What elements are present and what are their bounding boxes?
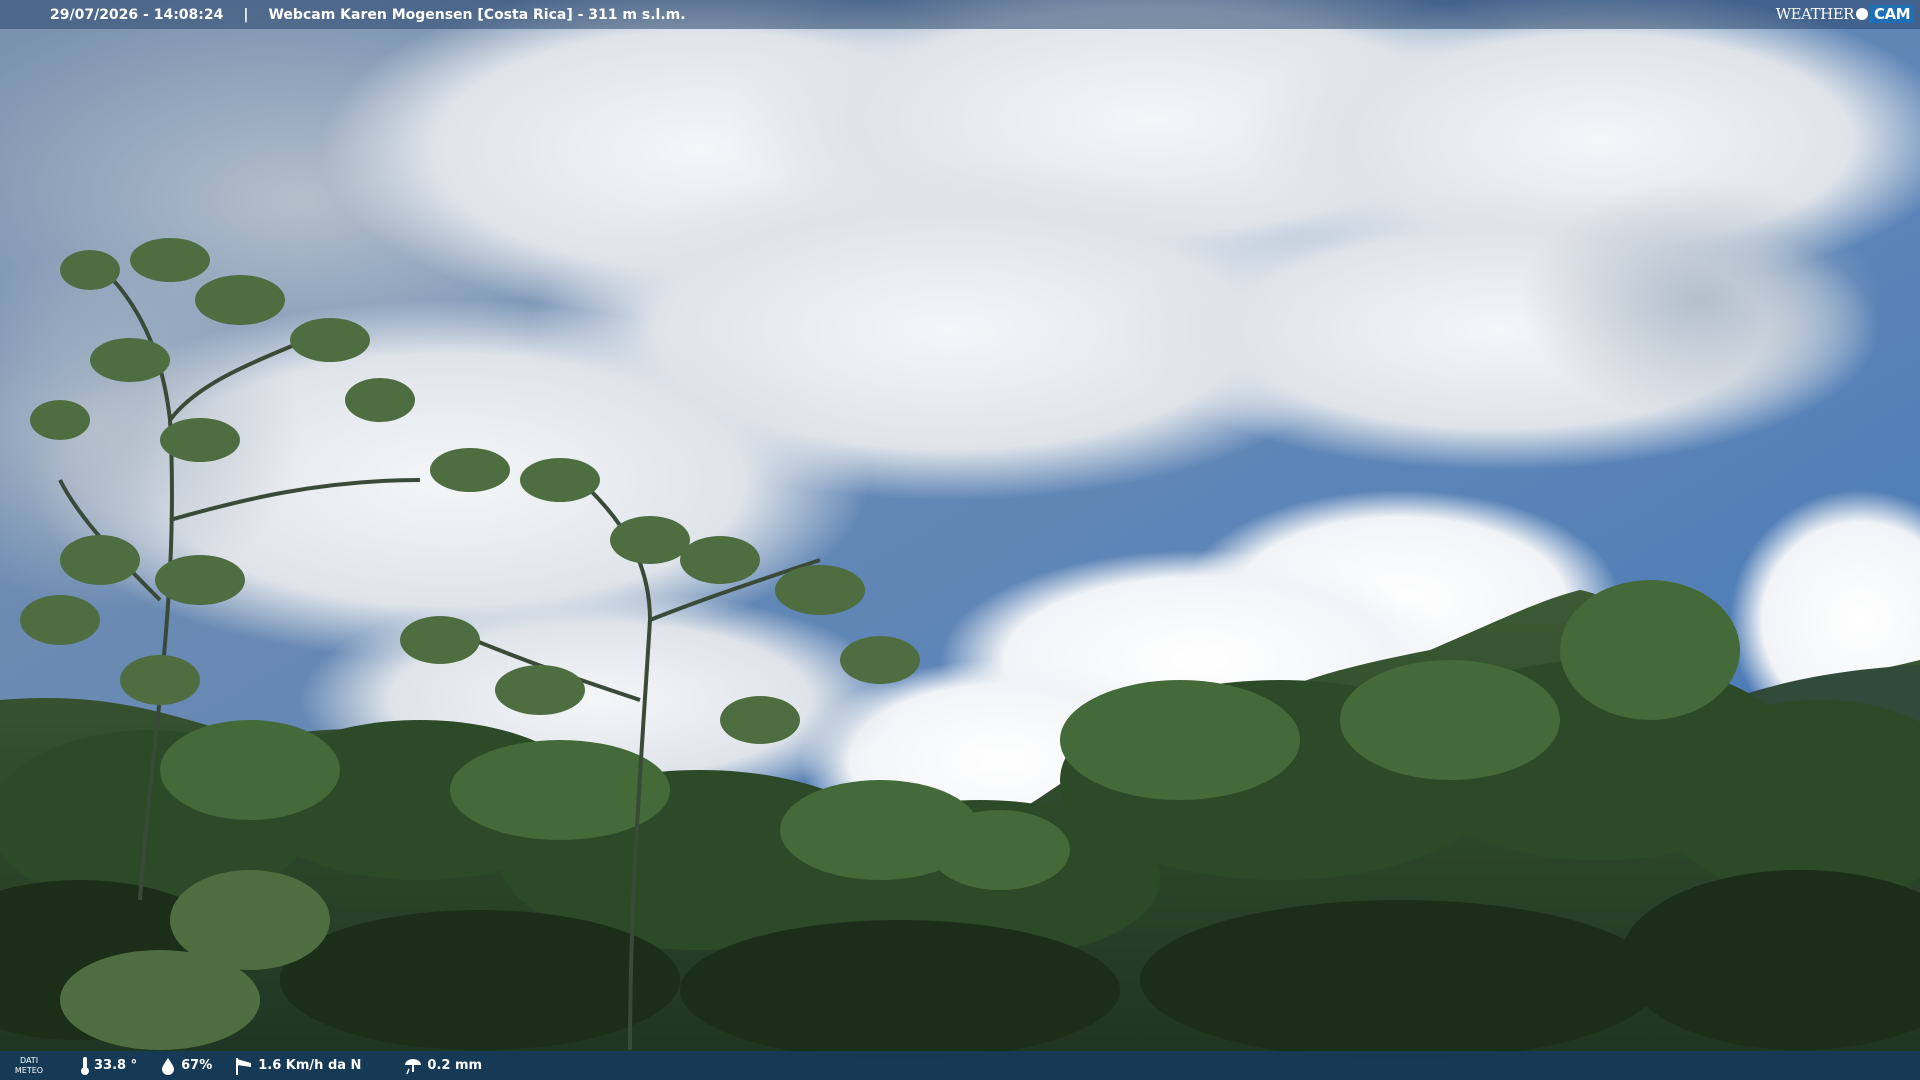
header-separator: |	[243, 6, 249, 23]
humidity-drop-icon	[162, 1057, 175, 1075]
sun-icon	[1855, 8, 1868, 20]
humidity-value: 67%	[181, 1058, 213, 1073]
rain-metric: 0.2 mm	[403, 1057, 482, 1075]
webcam-image	[0, 0, 1920, 1080]
temperature-value: 33.8 °	[94, 1058, 138, 1073]
logo-cam-text: CAM	[1869, 5, 1914, 23]
wind-value: 1.6 Km/h da N	[258, 1058, 362, 1073]
wind-windsock-icon	[236, 1057, 252, 1075]
temperature-metric: 33.8 °	[80, 1056, 137, 1076]
dati-label: DATI	[19, 1055, 39, 1065]
humidity-metric: 67%	[159, 1057, 212, 1075]
thermometer-icon	[81, 1056, 89, 1075]
logo-weather-text: WEATHER	[1775, 5, 1855, 23]
webcam-title: Webcam Karen Mogensen [Costa Rica] - 311…	[268, 6, 686, 23]
meteo-label: METEO	[14, 1065, 44, 1075]
timestamp: 29/07/2026 - 14:08:24	[50, 6, 224, 23]
dati-meteo-label: DATI METEO	[0, 1056, 58, 1076]
rain-value: 0.2 mm	[427, 1058, 483, 1073]
rain-gauge-icon	[405, 1058, 422, 1074]
weathercam-logo: WEATHER CAM	[1776, 2, 1914, 26]
info-header: 29/07/2026 - 14:08:24 | Webcam Karen Mog…	[0, 0, 1920, 29]
wind-metric: 1.6 Km/h da N	[234, 1056, 361, 1076]
weather-data-bar: DATI METEO 33.8 ° 67% 1.6 Km/h da N 0.2 …	[0, 1051, 1920, 1080]
